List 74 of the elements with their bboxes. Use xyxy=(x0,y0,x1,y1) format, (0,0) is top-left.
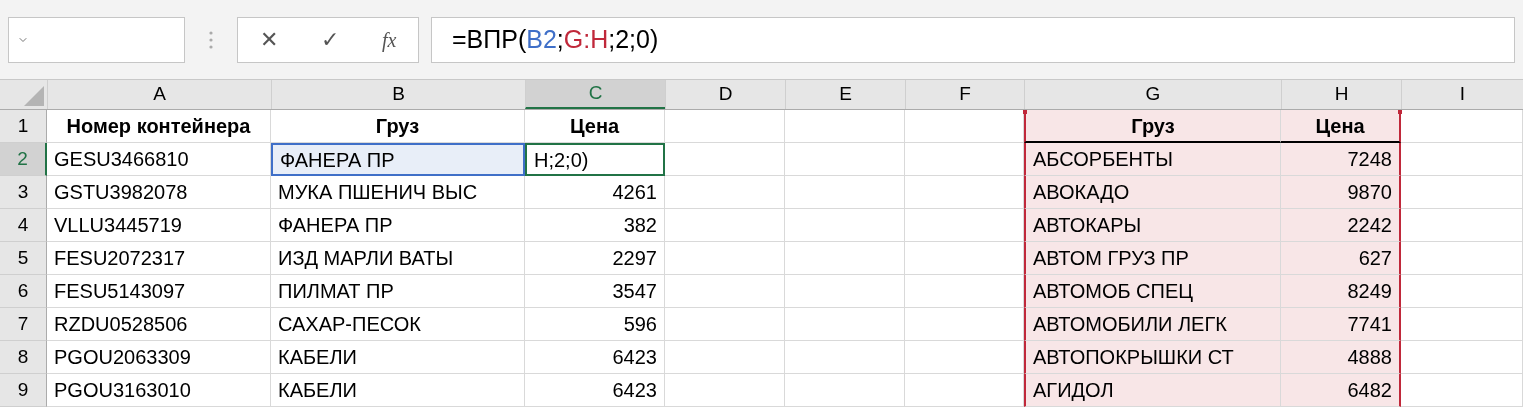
table-cell: 382 xyxy=(525,209,665,242)
column-title: Груз xyxy=(1024,110,1281,143)
column-header[interactable]: H xyxy=(1281,80,1401,109)
table-cell: АГИДОЛ xyxy=(1024,374,1281,407)
insert-function-button[interactable]: fx xyxy=(381,24,397,55)
table-cell: RZDU0528506 xyxy=(47,308,271,341)
table-cell: H;2;0) xyxy=(525,143,665,176)
formula-field[interactable]: =ВПР(B2;G:H;2;0) xyxy=(431,16,1515,63)
table-cell: ФАНЕРА ПР xyxy=(271,143,525,176)
table-cell: АВТОМОБ СПЕЦ xyxy=(1024,275,1281,308)
table-cell: 6482 xyxy=(1281,374,1401,407)
table-cell: САХАР-ПЕСОК xyxy=(271,308,525,341)
column-header[interactable]: G xyxy=(1024,80,1281,109)
column-header[interactable]: A xyxy=(47,80,271,109)
table-cell: 6423 xyxy=(525,374,665,407)
row-header[interactable]: 2 xyxy=(0,143,47,176)
column-title: Цена xyxy=(1281,110,1401,143)
table-cell: 6423 xyxy=(525,341,665,374)
table-cell: КАБЕЛИ xyxy=(271,341,525,374)
table-cell: 7741 xyxy=(1281,308,1401,341)
table-cell: PGOU2063309 xyxy=(47,341,271,374)
table-cell: АВТОПОКРЫШКИ СТ xyxy=(1024,341,1281,374)
formula-text: B2 xyxy=(526,23,557,55)
column-header[interactable]: D xyxy=(665,80,785,109)
cancel-button[interactable]: ✕ xyxy=(259,23,278,56)
row-header[interactable]: 7 xyxy=(0,308,47,341)
table-cell: 8249 xyxy=(1281,275,1401,308)
vertical-dots-icon xyxy=(209,30,213,49)
formula-text: ; xyxy=(556,23,564,55)
table-cell: АВТОКАРЫ xyxy=(1024,209,1281,242)
table-cell: АВОКАДО xyxy=(1024,176,1281,209)
row-header[interactable]: 6 xyxy=(0,275,47,308)
table-cell: АВТОМОБИЛИ ЛЕГК xyxy=(1024,308,1281,341)
table-cell: 4261 xyxy=(525,176,665,209)
row-header[interactable]: 3 xyxy=(0,176,47,209)
table-cell: МУКА ПШЕНИЧ ВЫС xyxy=(271,176,525,209)
table-cell: 4888 xyxy=(1281,341,1401,374)
column-title: Номер контейнера xyxy=(47,110,271,143)
formula-text: G:H xyxy=(563,23,609,55)
table-cell: 627 xyxy=(1281,242,1401,275)
range-handle[interactable] xyxy=(1023,110,1027,114)
table-cell: 2297 xyxy=(525,242,665,275)
enter-button[interactable]: ✓ xyxy=(320,23,339,56)
table-cell: 7248 xyxy=(1281,143,1401,176)
name-box[interactable] xyxy=(8,16,185,63)
table-cell: FESU2072317 xyxy=(47,242,271,275)
column-header[interactable]: C xyxy=(525,80,665,109)
table-cell: 596 xyxy=(525,308,665,341)
corner-triangle-icon xyxy=(24,86,44,106)
column-title: Цена xyxy=(525,110,665,143)
table-cell: 9870 xyxy=(1281,176,1401,209)
row-header[interactable]: 9 xyxy=(0,374,47,407)
row-header[interactable]: 1 xyxy=(0,110,47,143)
table-cell: ФАНЕРА ПР xyxy=(271,209,525,242)
range-handle[interactable] xyxy=(1398,110,1402,114)
table-cell: GSTU3982078 xyxy=(47,176,271,209)
row-header[interactable]: 5 xyxy=(0,242,47,275)
table-cell: PGOU3163010 xyxy=(47,374,271,407)
table-cell: 2242 xyxy=(1281,209,1401,242)
table-cell: 3547 xyxy=(525,275,665,308)
column-header[interactable]: I xyxy=(1401,80,1523,109)
column-header[interactable]: E xyxy=(785,80,905,109)
row-header[interactable]: 4 xyxy=(0,209,47,242)
column-header[interactable]: F xyxy=(905,80,1024,109)
table-cell: VLLU3445719 xyxy=(47,209,271,242)
row-header[interactable]: 8 xyxy=(0,341,47,374)
table-cell: ИЗД МАРЛИ ВАТЫ xyxy=(271,242,525,275)
formula-text: =ВПР( xyxy=(452,23,527,55)
table-cell: АВТОМ ГРУЗ ПР xyxy=(1024,242,1281,275)
table-cell: АБСОРБЕНТЫ xyxy=(1024,143,1281,176)
table-cell: FESU5143097 xyxy=(47,275,271,308)
table-cell: КАБЕЛИ xyxy=(271,374,525,407)
formula-text: ;2;0) xyxy=(608,23,659,55)
table-cell: ПИЛМАТ ПР xyxy=(271,275,525,308)
